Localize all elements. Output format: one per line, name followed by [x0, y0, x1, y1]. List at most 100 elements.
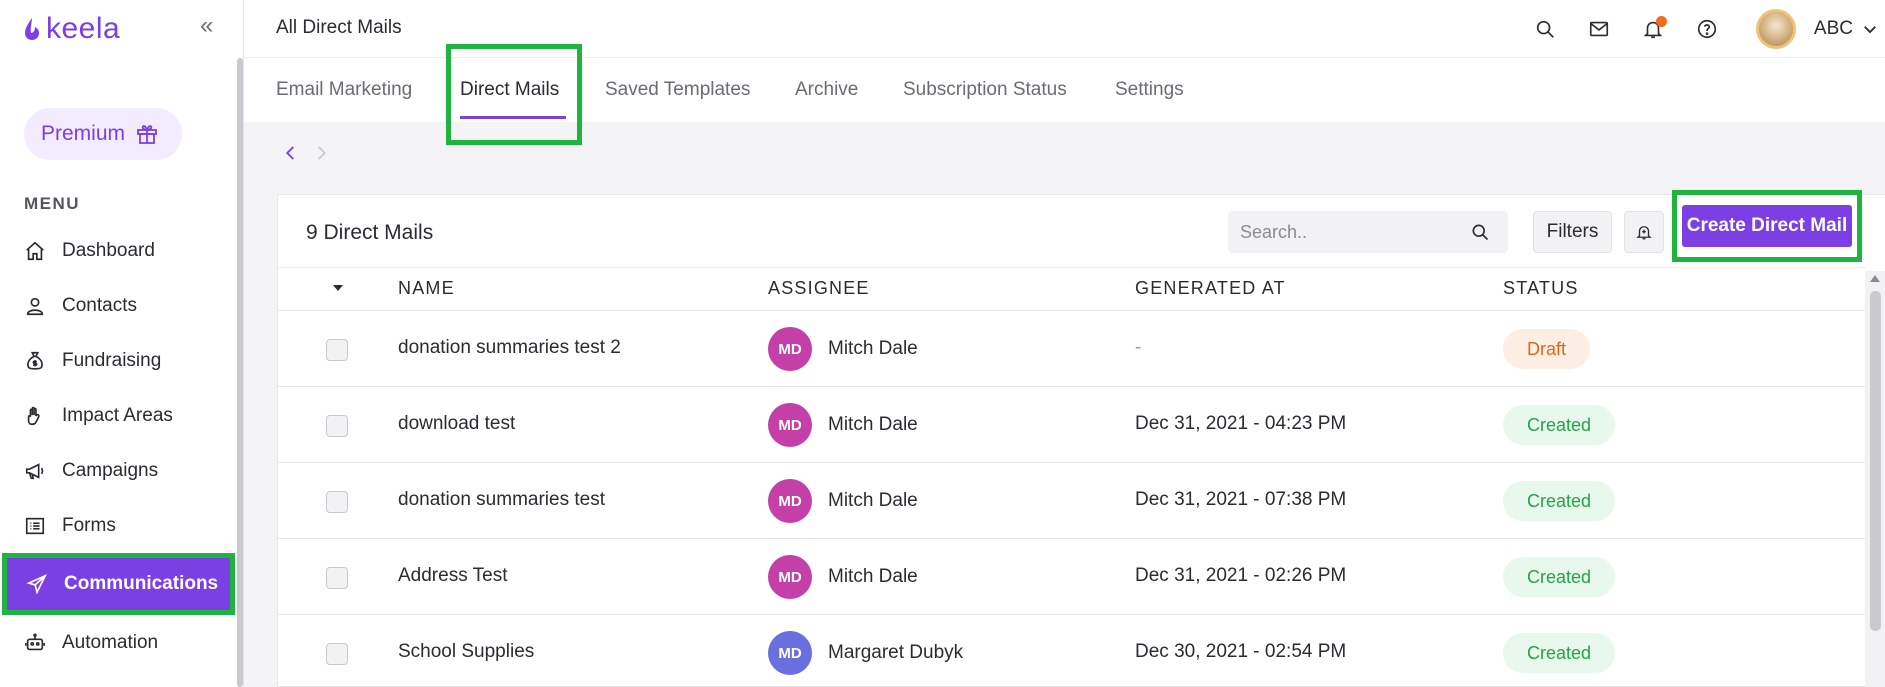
- collapse-sidebar-icon[interactable]: «: [200, 12, 213, 40]
- sidebar-item-dashboard[interactable]: Dashboard: [0, 223, 237, 278]
- scroll-up-arrow-icon[interactable]: [1870, 275, 1880, 282]
- row-checkbox[interactable]: [326, 339, 348, 361]
- robot-icon: [25, 632, 45, 650]
- search-button[interactable]: [1518, 0, 1572, 58]
- logo[interactable]: keela: [22, 12, 120, 46]
- sidebar-item-contacts[interactable]: Contacts: [0, 278, 237, 333]
- gift-icon: [137, 125, 157, 144]
- create-direct-mail-button[interactable]: Create Direct Mail: [1682, 205, 1852, 247]
- tab-saved-templates[interactable]: Saved Templates: [605, 58, 750, 122]
- row-checkbox[interactable]: [326, 643, 348, 665]
- column-header-name[interactable]: NAME: [398, 278, 455, 299]
- chevron-down-icon[interactable]: [1861, 20, 1879, 38]
- generated-at: Dec 31, 2021 - 07:38 PM: [1135, 489, 1347, 510]
- assignee-name: Mitch Dale: [828, 490, 918, 511]
- sort-caret-icon[interactable]: [333, 285, 343, 291]
- status-badge: Created: [1503, 405, 1616, 445]
- sidebar-scrollbar[interactable]: [237, 58, 243, 687]
- create-button-highlight: Create Direct Mail: [1672, 190, 1862, 262]
- status-badge: Created: [1503, 481, 1616, 521]
- history-pager: [282, 144, 330, 162]
- column-header-generated-at[interactable]: GENERATED AT: [1135, 278, 1286, 299]
- search-input[interactable]: [1240, 221, 1470, 243]
- user-name[interactable]: ABC: [1814, 18, 1853, 40]
- sidebar: keela « Premium MENU Dashboard Contacts: [0, 0, 244, 687]
- chevron-right-icon[interactable]: [312, 144, 330, 162]
- sidebar-item-label: Forms: [62, 514, 116, 536]
- bell-plus-icon: [1636, 226, 1652, 240]
- mail-name[interactable]: donation summaries test: [398, 489, 605, 511]
- chevron-left-icon[interactable]: [282, 144, 300, 162]
- generated-at: Dec 31, 2021 - 04:23 PM: [1135, 413, 1347, 434]
- table-row[interactable]: donation summaries test MD Mitch Dale De…: [278, 463, 1866, 539]
- hand-icon: [27, 406, 40, 425]
- avatar: MD: [768, 327, 812, 371]
- tab-direct-mails[interactable]: Direct Mails: [460, 58, 559, 122]
- table-row[interactable]: Address Test MD Mitch Dale Dec 31, 2021 …: [278, 539, 1866, 615]
- assignee-name: Margaret Dubyk: [828, 642, 964, 663]
- generated-at: Dec 31, 2021 - 02:26 PM: [1135, 565, 1347, 586]
- sidebar-item-label: Fundraising: [62, 349, 162, 371]
- filters-button[interactable]: Filters: [1533, 211, 1612, 253]
- form-icon: [25, 517, 45, 534]
- megaphone-icon: [25, 462, 44, 479]
- sidebar-item-fundraising[interactable]: Fundraising: [0, 333, 237, 388]
- table-scrollbar[interactable]: [1865, 271, 1885, 687]
- table-header: NAME ASSIGNEE GENERATED AT STATUS: [278, 267, 1866, 311]
- notifications-button[interactable]: [1626, 0, 1680, 58]
- table-row[interactable]: donation summaries test 2 MD Mitch Dale …: [278, 311, 1866, 387]
- sidebar-item-automation[interactable]: Automation: [0, 615, 237, 670]
- sidebar-item-forms[interactable]: Forms: [0, 498, 237, 553]
- row-checkbox[interactable]: [326, 567, 348, 589]
- topbar: All Direct Mails ABC: [244, 0, 1885, 58]
- paper-plane-icon: [26, 574, 48, 595]
- scrollbar-thumb[interactable]: [1870, 291, 1881, 631]
- sidebar-item-label: Automation: [62, 631, 159, 653]
- mail-name[interactable]: School Supplies: [398, 641, 534, 663]
- sidebar-item-campaigns[interactable]: Campaigns: [0, 443, 237, 498]
- help-button[interactable]: [1680, 0, 1734, 58]
- logo-text: keela: [46, 12, 121, 45]
- status-badge: Created: [1503, 633, 1616, 673]
- subscribe-alerts-button[interactable]: [1624, 211, 1664, 253]
- sidebar-item-communications[interactable]: Communications: [2, 553, 235, 615]
- avatar: MD: [768, 631, 812, 675]
- active-tab-indicator: [460, 116, 566, 119]
- sidebar-nav: Dashboard Contacts Fundraising Impact Ar…: [0, 223, 237, 670]
- tab-subscription-status[interactable]: Subscription Status: [903, 58, 1067, 122]
- generated-at: Dec 30, 2021 - 02:54 PM: [1135, 641, 1347, 662]
- user-icon: [26, 297, 44, 315]
- row-checkbox[interactable]: [326, 491, 348, 513]
- sidebar-item-label: Impact Areas: [62, 404, 173, 426]
- tab-archive[interactable]: Archive: [795, 58, 858, 122]
- menu-title: MENU: [24, 194, 81, 213]
- app-root: keela « Premium MENU Dashboard Contacts: [0, 0, 1885, 687]
- table-row[interactable]: School Supplies MD Margaret Dubyk Dec 30…: [278, 615, 1866, 687]
- mail-name[interactable]: download test: [398, 413, 515, 435]
- mail-name[interactable]: donation summaries test 2: [398, 337, 621, 359]
- tab-email-marketing[interactable]: Email Marketing: [276, 58, 412, 122]
- messages-button[interactable]: [1572, 0, 1626, 58]
- search-icon[interactable]: [1470, 222, 1490, 242]
- premium-button[interactable]: Premium: [24, 108, 182, 160]
- direct-mails-card: 9 Direct Mails Filters Create Direct Mai…: [277, 190, 1885, 687]
- tab-settings[interactable]: Settings: [1115, 58, 1184, 122]
- user-avatar[interactable]: [1755, 9, 1796, 49]
- avatar: MD: [768, 555, 812, 599]
- money-bag-icon: [27, 351, 43, 370]
- status-badge: Draft: [1503, 329, 1591, 369]
- page-title: All Direct Mails: [276, 17, 402, 38]
- table-row[interactable]: download test MD Mitch Dale Dec 31, 2021…: [278, 387, 1866, 463]
- help-icon: [1697, 19, 1716, 39]
- mail-name[interactable]: Address Test: [398, 565, 507, 587]
- column-header-status[interactable]: STATUS: [1503, 278, 1579, 299]
- sidebar-item-impact-areas[interactable]: Impact Areas: [0, 388, 237, 443]
- topbar-actions: ABC: [1518, 0, 1885, 58]
- assignee: MD Mitch Dale: [768, 403, 918, 447]
- mail-icon: [1589, 21, 1608, 37]
- column-header-assignee[interactable]: ASSIGNEE: [768, 278, 870, 299]
- assignee: MD Mitch Dale: [768, 327, 918, 371]
- assignee-name: Mitch Dale: [828, 414, 918, 435]
- row-checkbox[interactable]: [326, 415, 348, 437]
- premium-label: Premium: [41, 122, 126, 145]
